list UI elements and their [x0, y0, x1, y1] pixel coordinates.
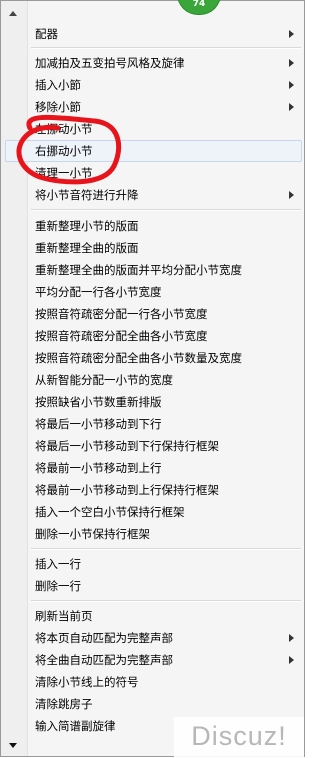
menu-item-last-to-next-line-keep[interactable]: 将最后一小节移动到下行保持行框架 [5, 435, 302, 457]
menu-item-move-measure-right[interactable]: 右挪动小节 [5, 140, 302, 162]
submenu-arrow-icon [289, 30, 294, 38]
menu-item-label: 按照音符疏密分配全曲各小节数量及宽度 [35, 351, 242, 365]
menu-item-delete-line[interactable]: 删除一行 [5, 575, 302, 597]
menu-item-label: 重新整理全曲的版面 [35, 241, 139, 255]
menu-item-label: 刷新当前页 [35, 609, 93, 623]
menu-item-label: 配器 [35, 27, 58, 41]
submenu-arrow-icon [289, 59, 294, 67]
menu-item-smart-measure-width[interactable]: 从新智能分配一小节的宽度 [5, 369, 302, 391]
menu-item-label: 插入小節 [35, 78, 81, 92]
menu-separator [31, 548, 301, 550]
menu-item-first-to-prev-line[interactable]: 将最前一小节移动到上行 [5, 457, 302, 479]
menu-item-label: 将全曲自动匹配为完整声部 [35, 653, 173, 667]
menu-item-label: 将最后一小节移动到下行 [35, 417, 162, 431]
menu-item-density-score-count-width[interactable]: 按照音符疏密分配全曲各小节数量及宽度 [5, 347, 302, 369]
menu-item-refresh-page[interactable]: 刷新当前页 [5, 605, 302, 627]
menu-item-label: 将本页自动匹配为完整声部 [35, 631, 173, 645]
menu-separator [31, 600, 301, 602]
menu-item-clear-repeats[interactable]: 清除跳房子 [5, 693, 302, 715]
menu-item-label: 删除一行 [35, 579, 81, 593]
menu-item-remove-measure[interactable]: 移除小節 [5, 96, 302, 118]
menu-item-label: 加减拍及五变拍号风格及旋律 [35, 56, 185, 70]
menu-item-label: 从新智能分配一小节的宽度 [35, 373, 173, 387]
menu-item-time-signature[interactable]: 加减拍及五变拍号风格及旋律 [5, 52, 302, 74]
submenu-arrow-icon [289, 103, 294, 111]
submenu-arrow-icon [289, 656, 294, 664]
menu-item-label: 清除跳房子 [35, 697, 93, 711]
menu-item-last-to-next-line[interactable]: 将最后一小节移动到下行 [5, 413, 302, 435]
submenu-arrow-icon [289, 191, 294, 199]
menu-item-orchestration[interactable]: 配器 [5, 23, 302, 45]
menu-item-insert-line[interactable]: 插入一行 [5, 553, 302, 575]
menu-item-label: 左挪动小节 [35, 122, 93, 136]
menu-item-label: 插入一个空白小节保持行框架 [35, 505, 185, 519]
scroll-up-icon[interactable] [9, 11, 17, 16]
menu-item-label: 平均分配一行各小节宽度 [35, 285, 162, 299]
scroll-down-icon[interactable] [9, 743, 17, 748]
menu-item-delete-measure-keep[interactable]: 删除一小节保持行框架 [5, 523, 302, 545]
menu-item-label: 按照音符疏密分配全曲各小节宽度 [35, 329, 208, 343]
menu-separator [31, 209, 301, 211]
menu-item-label: 将最前一小节移动到上行 [35, 461, 162, 475]
menu-item-label: 移除小節 [35, 100, 81, 114]
menu-item-label: 将小节音符进行升降 [35, 188, 139, 202]
submenu-arrow-icon [289, 634, 294, 642]
watermark-logo: Discuz! [174, 717, 304, 757]
menu-item-match-page-parts[interactable]: 将本页自动匹配为完整声部 [5, 627, 302, 649]
menu-item-insert-measure[interactable]: 插入小節 [5, 74, 302, 96]
submenu-arrow-icon [289, 81, 294, 89]
menu-item-density-line-width[interactable]: 按照音符疏密分配一行各小节宽度 [5, 303, 302, 325]
menu-item-match-score-parts[interactable]: 将全曲自动匹配为完整声部 [5, 649, 302, 671]
context-menu: 配器 加减拍及五变拍号风格及旋律 插入小節 移除小節 左挪动小节 右挪动小节 清… [0, 0, 305, 757]
menu-item-density-score-width[interactable]: 按照音符疏密分配全曲各小节宽度 [5, 325, 302, 347]
menu-item-insert-blank-measure[interactable]: 插入一个空白小节保持行框架 [5, 501, 302, 523]
menu-item-relayout-score-even[interactable]: 重新整理全曲的版面并平均分配小节宽度 [5, 259, 302, 281]
menu-item-first-to-prev-line-keep[interactable]: 将最前一小节移动到上行保持行框架 [5, 479, 302, 501]
menu-item-label: 删除一小节保持行框架 [35, 527, 150, 541]
menu-item-label: 插入一行 [35, 557, 81, 571]
menu-item-label: 重新整理全曲的版面并平均分配小节宽度 [35, 263, 242, 277]
menu-item-relayout-measure[interactable]: 重新整理小节的版面 [5, 215, 302, 237]
menu-item-move-measure-left[interactable]: 左挪动小节 [5, 118, 302, 140]
menu-item-even-line-width[interactable]: 平均分配一行各小节宽度 [5, 281, 302, 303]
menu-item-label: 重新整理小节的版面 [35, 219, 139, 233]
menu-item-label: 按照音符疏密分配一行各小节宽度 [35, 307, 208, 321]
menu-item-label: 清理一小节 [35, 166, 93, 180]
menu-item-transpose-measure[interactable]: 将小节音符进行升降 [5, 184, 302, 206]
menu-item-clear-barline-symbols[interactable]: 清除小节线上的符号 [5, 671, 302, 693]
menu-item-label: 按照缺省小节数重新排版 [35, 395, 162, 409]
menu-item-default-relayout[interactable]: 按照缺省小节数重新排版 [5, 391, 302, 413]
menu-item-label: 将最后一小节移动到下行保持行框架 [35, 439, 219, 453]
menu-item-label: 输入简谱副旋律 [35, 719, 116, 733]
menu-separator [31, 47, 301, 49]
menu-item-label: 清除小节线上的符号 [35, 675, 139, 689]
menu-item-label: 右挪动小节 [35, 144, 93, 158]
menu-item-clear-measure[interactable]: 清理一小节 [5, 162, 302, 184]
menu-item-relayout-score[interactable]: 重新整理全曲的版面 [5, 237, 302, 259]
menu-item-label: 将最前一小节移动到上行保持行框架 [35, 483, 219, 497]
